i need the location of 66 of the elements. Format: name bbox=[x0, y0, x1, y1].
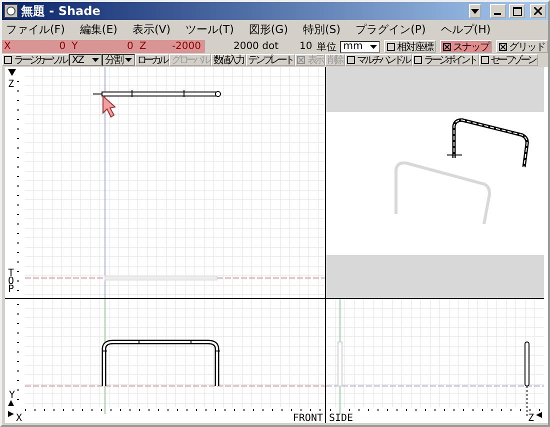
toolbar-checkbox[interactable]: ラージポイント bbox=[412, 54, 479, 66]
view-label: TOP bbox=[8, 268, 14, 295]
menu-item[interactable]: ツール(T) bbox=[186, 22, 234, 37]
coordinate-value: -2000 bbox=[170, 41, 202, 52]
axis-label: Z bbox=[138, 41, 148, 52]
close-icon bbox=[534, 7, 542, 15]
checkbox-icon bbox=[387, 42, 396, 50]
caret-icon bbox=[370, 44, 378, 48]
maximize-icon bbox=[512, 6, 522, 16]
triangle-icon bbox=[8, 69, 16, 76]
right-triangle-icon bbox=[8, 411, 14, 417]
view-dropdown[interactable]: 分割 bbox=[102, 54, 135, 66]
axis-label: Z bbox=[8, 79, 14, 90]
left-triangle-icon bbox=[536, 412, 542, 418]
toolbar-button[interactable]: テンプレート bbox=[246, 54, 296, 66]
menu-item[interactable]: 表示(V) bbox=[132, 22, 171, 37]
menu-item[interactable]: ファイル(F) bbox=[6, 22, 65, 37]
maximize-button[interactable] bbox=[509, 4, 525, 18]
view-label: FRONT bbox=[292, 413, 323, 423]
up-triangle-icon bbox=[8, 400, 14, 406]
faded-pipe-drawing bbox=[338, 342, 342, 386]
app-icon bbox=[4, 4, 18, 18]
checkbox-icon bbox=[347, 56, 356, 64]
window-title: 無題 - Shade bbox=[21, 2, 100, 20]
menu-item[interactable]: プラグイン(P) bbox=[356, 22, 426, 37]
side-viewport[interactable]: SIDE Z bbox=[326, 299, 544, 423]
coordinate-value: 0 bbox=[58, 41, 67, 52]
window-menu-button[interactable] bbox=[469, 4, 481, 18]
axis-label: Y bbox=[70, 41, 79, 52]
toolbar-checkbox[interactable]: マルチハンドル bbox=[345, 54, 412, 66]
menu-item[interactable]: 図形(G) bbox=[248, 22, 288, 37]
grid-size-text: 10 bbox=[298, 41, 312, 52]
top-viewport[interactable]: Z TOP bbox=[5, 67, 326, 299]
axis-label: Y bbox=[9, 390, 16, 401]
toolbar-button[interactable]: 数値入力 bbox=[211, 54, 246, 66]
minimize-button[interactable] bbox=[490, 4, 506, 18]
menu-item[interactable]: 編集(E) bbox=[80, 22, 118, 37]
axis-label: X bbox=[3, 41, 12, 52]
checkbox-icon bbox=[480, 56, 489, 64]
menu-item[interactable]: 特別(S) bbox=[303, 22, 341, 37]
checked-box-icon bbox=[499, 42, 508, 50]
checkbox-icon bbox=[4, 56, 12, 64]
axis-label: X bbox=[16, 413, 22, 423]
caret-icon bbox=[124, 58, 132, 62]
checked-box-icon bbox=[443, 42, 452, 50]
toggle-checkbox[interactable]: 相対座標 bbox=[384, 40, 436, 53]
resolution-text: 2000 dot bbox=[232, 41, 278, 52]
caret-icon bbox=[92, 58, 99, 62]
unit-label: 単位 bbox=[316, 40, 336, 54]
toolbar-button[interactable]: ローカル bbox=[134, 54, 170, 66]
toolbar-checkbox[interactable]: セーフゾーン bbox=[478, 54, 538, 66]
unit-dropdown[interactable]: mm bbox=[340, 40, 380, 52]
menu-item[interactable]: ヘルプ(H) bbox=[440, 22, 491, 37]
toolbar-checkbox[interactable]: ラージカーソル bbox=[2, 54, 69, 66]
checked-box-icon bbox=[297, 56, 306, 64]
front-viewport[interactable]: Y X FRONT bbox=[5, 299, 326, 423]
view-label: SIDE bbox=[329, 413, 354, 423]
axis-label: Z bbox=[528, 413, 534, 423]
checkbox-icon bbox=[414, 56, 422, 64]
coordinate-value: 0 bbox=[126, 41, 134, 52]
view-dropdown[interactable]: XZ bbox=[68, 54, 102, 66]
close-button[interactable] bbox=[530, 4, 546, 18]
toggle-checkbox[interactable]: スナップ bbox=[440, 40, 492, 53]
caret-icon bbox=[471, 7, 479, 15]
toggle-checkbox[interactable]: グリッド bbox=[496, 40, 548, 53]
cursor-icon bbox=[102, 94, 116, 118]
